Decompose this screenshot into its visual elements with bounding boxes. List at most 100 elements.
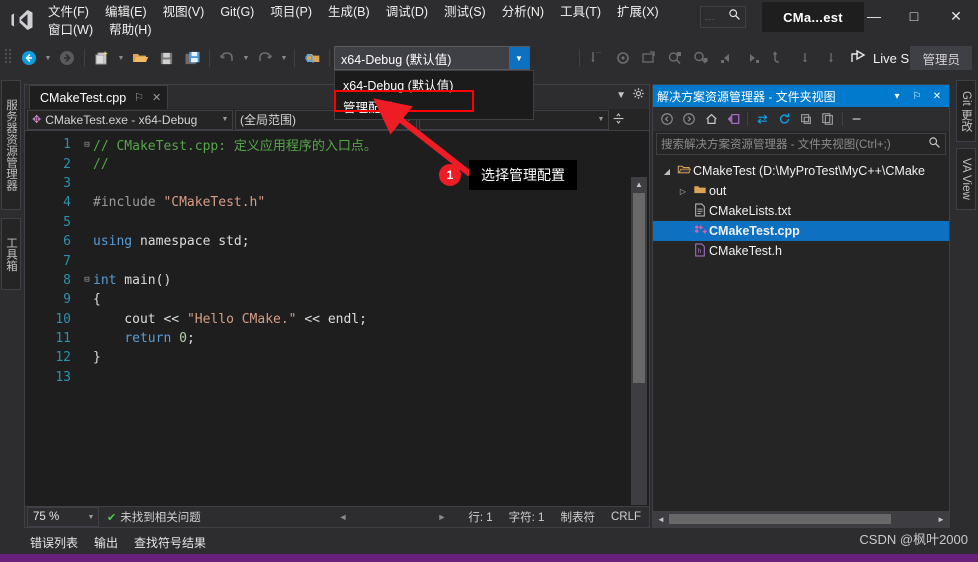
menu-tools[interactable]: 工具(T) — [552, 3, 609, 22]
menu-help[interactable]: 帮助(H) — [101, 21, 159, 40]
horizontal-scroll-thumb[interactable] — [669, 514, 891, 524]
tree-item[interactable]: CMakeLists.txt — [653, 201, 949, 221]
solution-explorer-tree[interactable]: ◢ CMakeTest (D:\MyProTest\MyC++\CMake ▷ out… — [653, 157, 949, 261]
save-file-icon[interactable] — [153, 46, 179, 70]
configuration-combo-dropdown-icon[interactable]: ▼ — [509, 47, 529, 69]
menu-test[interactable]: 测试(S) — [436, 3, 494, 22]
solution-explorer-horizontal-scrollbar[interactable]: ◄ ► — [653, 511, 949, 527]
search-icon[interactable] — [928, 136, 941, 152]
menu-project[interactable]: 项目(P) — [262, 3, 320, 22]
undo-icon[interactable] — [214, 46, 240, 70]
glyph-margin[interactable] — [25, 131, 41, 505]
code-token: #include — [93, 195, 164, 211]
split-view-icon[interactable] — [609, 112, 627, 128]
close-button[interactable]: ✕ — [936, 2, 976, 30]
tree-item[interactable]: h CMakeTest.h — [653, 241, 949, 261]
toolbar-grip[interactable] — [4, 48, 16, 68]
pin-icon[interactable]: ⚐ — [134, 91, 144, 104]
find-symbol-icon[interactable] — [662, 46, 688, 70]
tree-item[interactable]: ◢ CMakeTest (D:\MyProTest\MyC++\CMake — [653, 161, 949, 181]
restart-icon[interactable] — [766, 46, 792, 70]
configuration-combo[interactable]: x64-Debug (默认值) ▼ — [334, 46, 530, 70]
scroll-up-arrow-icon[interactable]: ▲ — [631, 177, 647, 191]
step-back-icon[interactable] — [714, 46, 740, 70]
minimize-button[interactable]: — — [854, 2, 894, 30]
sidebar-tab-toolbox[interactable]: 工具箱 — [1, 218, 21, 290]
menu-build[interactable]: 生成(B) — [320, 3, 378, 22]
tool-options-2-icon[interactable] — [818, 46, 844, 70]
pin-icon[interactable]: ⚐ — [909, 91, 925, 102]
home-icon[interactable] — [700, 109, 722, 129]
tab-find-symbol-results[interactable]: 查找符号结果 — [128, 532, 212, 553]
navigate-forward-icon[interactable] — [54, 46, 80, 70]
menu-file[interactable]: 文件(F) — [40, 3, 97, 22]
menu-git[interactable]: Git(G) — [212, 3, 262, 22]
navigate-backward-icon[interactable] — [16, 46, 42, 70]
redo-dropdown-icon[interactable]: ▼ — [278, 46, 290, 70]
solution-explorer-search-input[interactable]: 搜索解决方案资源管理器 - 文件夹视图(Ctrl+;) — [656, 133, 946, 155]
navigate-backward-dropdown-icon[interactable]: ▼ — [42, 46, 54, 70]
sync-with-active-document-icon[interactable] — [751, 109, 773, 129]
switch-view-icon[interactable] — [722, 109, 744, 129]
close-icon[interactable]: ✕ — [929, 91, 945, 102]
zoom-level-combo[interactable]: 75 % ▼ — [27, 507, 99, 527]
fold-toggle-icon[interactable]: ⊟ — [81, 275, 93, 285]
chevron-down-icon[interactable]: ▾ — [889, 91, 905, 102]
scroll-left-arrow-icon[interactable]: ◄ — [339, 512, 348, 522]
line-number: 1 — [63, 137, 71, 153]
show-all-files-icon[interactable] — [817, 109, 839, 129]
navbar-target-combo[interactable]: ✥ CMakeTest.exe - x64-Debug ▼ — [27, 109, 233, 130]
problems-status[interactable]: ✔ 未找到相关问题 — [99, 509, 209, 525]
tree-expander-icon[interactable]: ◢ — [659, 167, 675, 176]
back-icon[interactable] — [656, 109, 678, 129]
vertical-scroll-thumb[interactable] — [633, 193, 645, 383]
sidebar-tab-server-explorer[interactable]: 服务器资源管理器 — [1, 80, 21, 210]
search-in-folder-icon[interactable] — [299, 46, 325, 70]
menu-analyze[interactable]: 分析(N) — [494, 3, 552, 22]
properties-icon[interactable] — [846, 109, 868, 129]
save-all-icon[interactable] — [179, 46, 205, 70]
tool-options-1-icon[interactable] — [792, 46, 818, 70]
forward-icon[interactable] — [678, 109, 700, 129]
menu-extensions[interactable]: 扩展(X) — [609, 3, 667, 22]
tree-item[interactable]: CMakeTest.cpp — [653, 221, 949, 241]
menu-view[interactable]: 视图(V) — [155, 3, 213, 22]
menu-debug[interactable]: 调试(D) — [378, 3, 436, 22]
maximize-button[interactable]: □ — [894, 2, 934, 30]
tab-strip-controls: ▼ — [616, 87, 645, 103]
attach-to-process-icon[interactable] — [584, 46, 610, 70]
open-file-icon[interactable] — [127, 46, 153, 70]
tree-expander-icon[interactable]: ▷ — [675, 187, 691, 196]
gear-icon[interactable] — [632, 87, 645, 103]
chevron-down-icon[interactable]: ▼ — [218, 116, 232, 123]
fold-toggle-icon[interactable]: ⊟ — [81, 140, 93, 150]
tab-error-list[interactable]: 错误列表 — [24, 532, 84, 553]
redo-icon[interactable] — [252, 46, 278, 70]
chevron-down-icon[interactable]: ▼ — [594, 116, 608, 123]
collapse-all-icon[interactable] — [795, 109, 817, 129]
close-icon[interactable]: ✕ — [152, 91, 161, 104]
document-tab-cmaketest-cpp[interactable]: CMakeTest.cpp ⚐ ✕ — [29, 85, 169, 109]
sidebar-tab-git-changes[interactable]: Git 更改 — [956, 80, 976, 142]
tree-item[interactable]: ▷ out — [653, 181, 949, 201]
menu-edit[interactable]: 编辑(E) — [97, 3, 155, 22]
editor-vertical-scrollbar[interactable]: ▲ ▼ — [631, 177, 647, 505]
scroll-right-arrow-icon[interactable]: ► — [933, 515, 949, 524]
chevron-down-icon[interactable]: ▼ — [616, 90, 626, 101]
scroll-right-arrow-icon[interactable]: ► — [437, 512, 446, 522]
build-solution-icon[interactable] — [610, 46, 636, 70]
new-file-icon[interactable] — [89, 46, 115, 70]
sidebar-tab-va-view[interactable]: VA View — [956, 148, 976, 210]
chevron-down-icon[interactable]: ▼ — [84, 514, 98, 521]
new-window-icon[interactable] — [636, 46, 662, 70]
scroll-left-arrow-icon[interactable]: ◄ — [653, 515, 669, 524]
tab-output[interactable]: 输出 — [88, 532, 124, 553]
step-forward-icon[interactable] — [740, 46, 766, 70]
menu-window[interactable]: 窗口(W) — [40, 21, 101, 40]
quick-launch-search[interactable]: ... — [700, 6, 746, 28]
new-file-dropdown-icon[interactable]: ▼ — [115, 46, 127, 70]
refresh-icon[interactable] — [773, 109, 795, 129]
zoom-out-symbol-icon[interactable] — [688, 46, 714, 70]
undo-dropdown-icon[interactable]: ▼ — [240, 46, 252, 70]
